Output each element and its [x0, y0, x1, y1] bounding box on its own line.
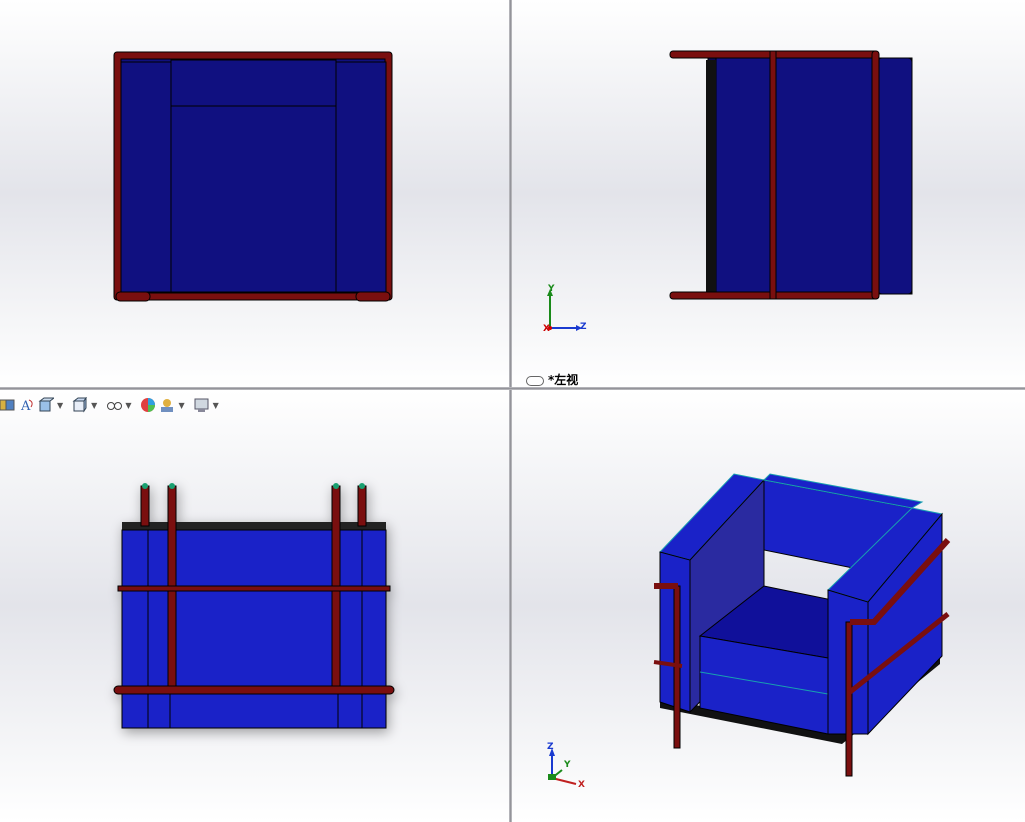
- viewport-left-view[interactable]: Y Z X *左视: [512, 0, 1025, 387]
- sofa-bottom-view-graphic: [113, 483, 395, 729]
- link-view-icon: [526, 375, 544, 386]
- viewport-isometric-view[interactable]: Z Y X: [512, 390, 1025, 822]
- triad-z-label: Z: [580, 322, 587, 332]
- sofa-top-view-graphic: [113, 51, 393, 302]
- triad-z-label: Z: [547, 742, 554, 752]
- viewport-splitter-vertical[interactable]: [509, 0, 512, 822]
- sofa-left-view-graphic: [547, 50, 913, 331]
- axis-triad: [547, 289, 582, 331]
- axis-triad: [548, 748, 577, 785]
- triad-x-label: X: [578, 780, 585, 790]
- view-name-label[interactable]: *左视: [526, 371, 578, 387]
- viewport-top-view[interactable]: [0, 0, 509, 387]
- viewport-splitter-horizontal[interactable]: [0, 387, 1025, 390]
- sofa-isometric-graphic: [548, 473, 951, 785]
- viewport-bottom-view[interactable]: A ▼ ▼ ▼ ▼ ▼: [0, 390, 509, 822]
- triad-x-label: X: [543, 324, 550, 334]
- triad-y-label: Y: [548, 284, 555, 294]
- triad-y-label: Y: [564, 760, 571, 770]
